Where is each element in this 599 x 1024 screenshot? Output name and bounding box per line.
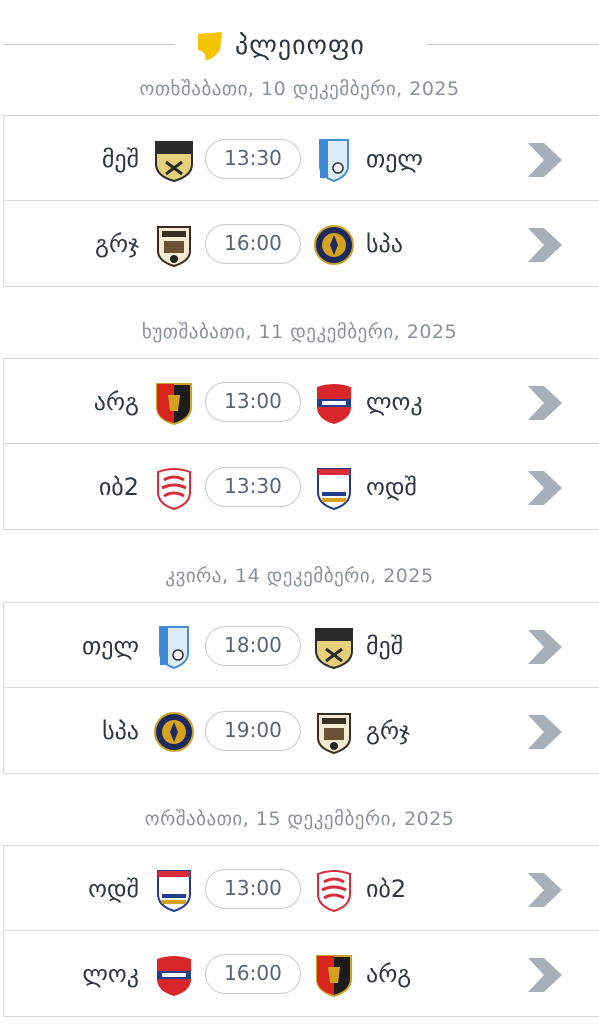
- date-heading: ხუთშაბათი, 11 დეკემბერი, 2025: [141, 321, 458, 343]
- away-team: გრჯ: [366, 717, 410, 745]
- away-team: არგ: [366, 960, 412, 988]
- match-row[interactable]: გრჯ 16:00 სპა: [3, 201, 599, 287]
- match-time: 13:30: [205, 139, 301, 179]
- spa-crest-icon: [154, 712, 194, 752]
- match-row[interactable]: არგ 13:00 ლოკ: [3, 358, 599, 444]
- match-time: 13:00: [205, 869, 301, 909]
- spa-crest-icon: [314, 225, 354, 265]
- match-row[interactable]: თელ 18:00 მეშ: [3, 602, 599, 688]
- home-team: თელ: [82, 632, 139, 660]
- home-team: ლოკ: [82, 960, 139, 988]
- arg-crest-icon: [316, 955, 352, 997]
- date-heading: ორშაბათი, 15 დეკემბერი, 2025: [144, 808, 455, 830]
- match-time: 18:00: [205, 626, 301, 666]
- date-heading: კვირა, 14 დეკემბერი, 2025: [165, 565, 434, 587]
- away-team: ოდშ: [366, 473, 417, 501]
- tel-crest-icon: [159, 626, 189, 669]
- chevron-right-icon[interactable]: [524, 384, 564, 422]
- chevron-right-icon[interactable]: [524, 713, 564, 751]
- home-team: გრჯ: [95, 230, 139, 258]
- match-row[interactable]: იბ2 13:30 ოდშ: [3, 444, 599, 530]
- ib2-crest-icon: [157, 468, 191, 510]
- match-time: 13:30: [205, 467, 301, 507]
- away-team: თელ: [366, 145, 423, 173]
- match-time: 16:00: [205, 954, 301, 994]
- match-time: 19:00: [205, 711, 301, 751]
- match-row[interactable]: სპა 19:00 გრჯ: [3, 688, 599, 774]
- header-divider-right: [426, 44, 599, 45]
- mesh-crest-icon: [155, 141, 193, 182]
- home-team: სპა: [102, 717, 139, 745]
- date-heading: ოთხშაბათი, 10 დეკემბერი, 2025: [139, 78, 460, 100]
- grj-crest-icon: [317, 713, 351, 754]
- arg-crest-icon: [156, 383, 192, 425]
- chevron-right-icon[interactable]: [524, 141, 564, 179]
- grj-crest-icon: [157, 226, 191, 267]
- lok-crest-icon: [317, 384, 351, 424]
- home-team: იბ2: [98, 473, 139, 501]
- header-divider-left: [3, 44, 175, 45]
- header-title-group: პლეიოფი: [195, 26, 365, 66]
- tel-crest-icon: [319, 139, 349, 182]
- home-team: მეშ: [101, 145, 139, 173]
- chevron-right-icon[interactable]: [524, 871, 564, 909]
- chevron-right-icon[interactable]: [524, 628, 564, 666]
- chevron-right-icon[interactable]: [524, 226, 564, 264]
- match-row[interactable]: ლოკ 16:00 არგ: [3, 931, 599, 1017]
- chevron-right-icon[interactable]: [524, 956, 564, 994]
- away-team: ლოკ: [366, 388, 423, 416]
- odsh-crest-icon: [157, 870, 191, 912]
- home-team: არგ: [93, 388, 139, 416]
- match-row[interactable]: ოდშ 13:00 იბ2: [3, 845, 599, 931]
- league-icon: [198, 32, 222, 60]
- away-team: იბ2: [366, 875, 407, 903]
- ib2-crest-icon: [317, 870, 351, 912]
- odsh-crest-icon: [317, 468, 351, 510]
- match-time: 13:00: [205, 382, 301, 422]
- away-team: მეშ: [366, 632, 404, 660]
- match-row[interactable]: მეშ 13:30 თელ: [3, 115, 599, 201]
- chevron-right-icon[interactable]: [524, 469, 564, 507]
- mesh-crest-icon: [315, 628, 353, 669]
- home-team: ოდშ: [88, 875, 139, 903]
- away-team: სპა: [366, 230, 403, 258]
- match-time: 16:00: [205, 224, 301, 264]
- page-title: პლეიოფი: [235, 31, 365, 61]
- lok-crest-icon: [157, 956, 191, 996]
- playoff-header: პლეიოფი: [0, 22, 599, 68]
